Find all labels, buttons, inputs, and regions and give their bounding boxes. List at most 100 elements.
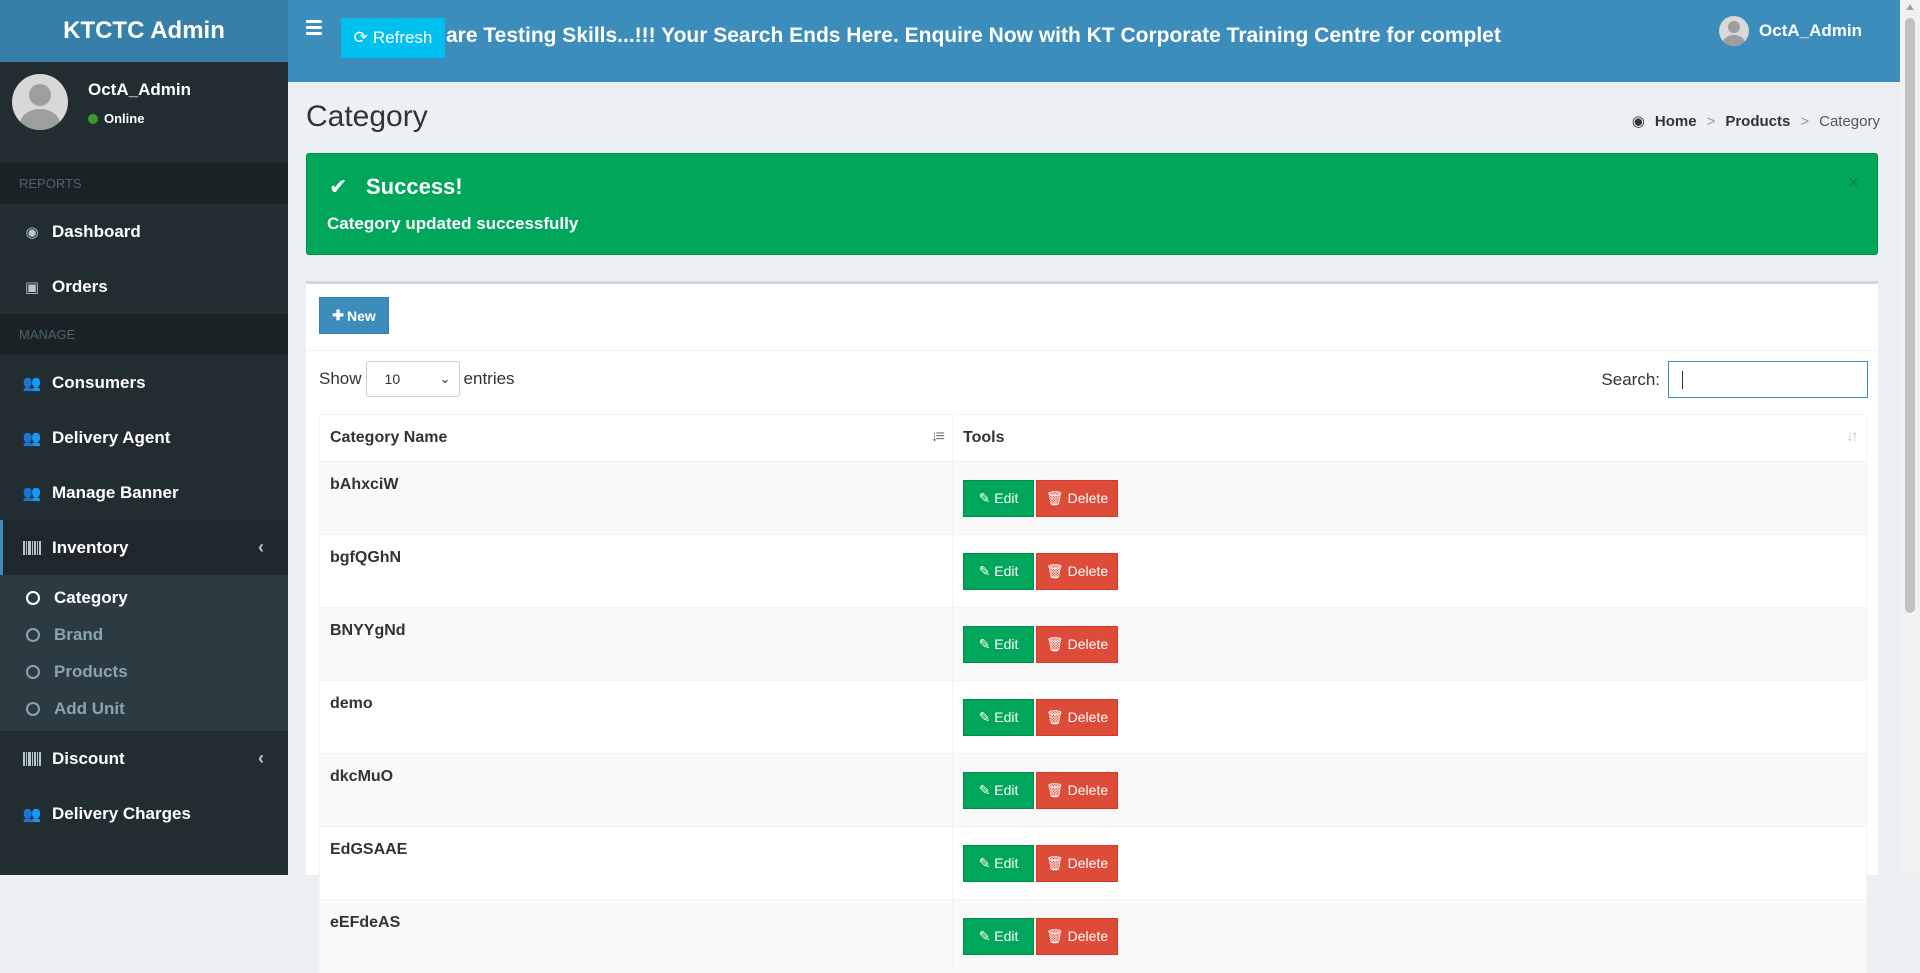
sidebar-item-label: Manage Banner (52, 482, 179, 502)
sidebar-subitem-products[interactable]: Products (0, 653, 288, 690)
app-logo[interactable]: KTCTC Admin (0, 0, 288, 62)
breadcrumb-current: Category (1819, 112, 1880, 130)
delete-label: Delete (1067, 928, 1109, 944)
tools-cell: ✎ Edit 🗑 Delete (952, 826, 1867, 900)
trash-icon: 🗑 (1045, 489, 1064, 506)
sidebar: OctA_Admin Online REPORTS ◉ Dashboard ▣ … (0, 62, 288, 875)
edit-label: Edit (994, 928, 1019, 944)
column-header-tools[interactable]: Tools ↓↑ (952, 414, 1867, 462)
sidebar-item-inventory[interactable]: Inventory ‹ (0, 520, 288, 575)
inventory-submenu: Category Brand Products Add Unit (0, 575, 288, 731)
user-menu[interactable]: OctA_Admin (1719, 16, 1862, 46)
scrollbar-thumb[interactable] (1905, 18, 1915, 613)
app-title: KTCTC Admin (63, 17, 225, 44)
table-row: dkcMuO ✎ Edit 🗑 Delete (319, 753, 1867, 827)
status-badge: Online (88, 111, 144, 126)
edit-icon: ✎ (978, 562, 991, 579)
sidebar-item-consumers[interactable]: 👥 Consumers (0, 355, 288, 410)
category-name-cell: eEFdeAS (319, 899, 953, 973)
entries-select-value: 10 (384, 371, 401, 387)
chevron-left-icon: ‹ (258, 748, 264, 768)
delete-label: Delete (1067, 636, 1109, 652)
delete-button[interactable]: 🗑 Delete (1036, 625, 1118, 663)
edit-label: Edit (994, 636, 1019, 652)
sidebar-subitem-label: Category (54, 587, 128, 607)
edit-button[interactable]: ✎ Edit (963, 917, 1034, 955)
marquee-text: are Testing Skills...!!! Your Search End… (446, 24, 1501, 47)
edit-button[interactable]: ✎ Edit (963, 698, 1034, 736)
top-navbar: ⟳ Refresh are Testing Skills...!!! Your … (288, 0, 1900, 82)
section-header-manage: MANAGE (0, 314, 288, 355)
sidebar-subitem-brand[interactable]: Brand (0, 616, 288, 653)
tools-cell: ✎ Edit 🗑 Delete (952, 607, 1867, 681)
sort-asc-icon: ↓≡ (930, 428, 945, 445)
online-dot-icon (88, 113, 98, 124)
refresh-label: Refresh (372, 28, 433, 47)
circle-icon (26, 627, 40, 642)
edit-label: Edit (994, 563, 1019, 579)
delete-label: Delete (1067, 782, 1109, 798)
sidebar-item-label: Dashboard (52, 221, 141, 241)
edit-button[interactable]: ✎ Edit (963, 771, 1034, 809)
close-icon[interactable]: × (1847, 172, 1859, 195)
page-scrollbar[interactable] (1900, 0, 1920, 875)
page-title: Category (306, 100, 428, 133)
barcode-icon (22, 540, 42, 555)
sidebar-item-dashboard[interactable]: ◉ Dashboard (0, 204, 288, 259)
edit-label: Edit (994, 490, 1019, 506)
delete-label: Delete (1067, 855, 1109, 871)
delete-button[interactable]: 🗑 Delete (1036, 917, 1118, 955)
tools-cell: ✎ Edit 🗑 Delete (952, 753, 1867, 827)
sidebar-item-delivery-charges[interactable]: 👥 Delivery Charges (0, 786, 288, 841)
scroll-up-arrow-icon[interactable] (1906, 4, 1914, 10)
users-icon: 👥 (22, 374, 42, 392)
category-name-cell: EdGSAAE (319, 826, 953, 900)
sidebar-toggle-icon[interactable] (306, 20, 322, 38)
user-panel: OctA_Admin Online (0, 62, 288, 151)
sidebar-item-manage-banner[interactable]: 👥 Manage Banner (0, 465, 288, 520)
edit-button[interactable]: ✎ Edit (963, 844, 1034, 882)
delete-button[interactable]: 🗑 Delete (1036, 844, 1118, 882)
trash-icon: 🗑 (1045, 854, 1064, 871)
trash-icon: 🗑 (1045, 781, 1064, 798)
refresh-button[interactable]: ⟳ Refresh (341, 18, 445, 58)
category-name-cell: bgfQGhN (319, 534, 953, 608)
tools-cell: ✎ Edit 🗑 Delete (952, 534, 1867, 608)
category-name-cell: dkcMuO (319, 753, 953, 827)
search-input[interactable] (1668, 361, 1868, 398)
edit-button[interactable]: ✎ Edit (963, 625, 1034, 663)
delete-button[interactable]: 🗑 Delete (1036, 552, 1118, 590)
sort-icon: ↓↑ (1846, 428, 1859, 445)
search-label: Search: (1601, 369, 1660, 389)
alert-message: Category updated successfully (327, 214, 579, 233)
table-row: BNYYgNd ✎ Edit 🗑 Delete (319, 607, 1867, 681)
money-icon: ▣ (24, 278, 40, 296)
sidebar-subitem-add-unit[interactable]: Add Unit (0, 690, 288, 727)
breadcrumb-separator: > (1800, 112, 1810, 130)
table-row: bAhxciW ✎ Edit 🗑 Delete (319, 461, 1867, 535)
delete-button[interactable]: 🗑 Delete (1036, 479, 1118, 517)
edit-label: Edit (994, 782, 1019, 798)
new-category-button[interactable]: ✚ New (319, 297, 389, 334)
sidebar-item-delivery-agent[interactable]: 👥 Delivery Agent (0, 410, 288, 465)
delete-label: Delete (1067, 709, 1109, 725)
check-icon: ✔ (329, 174, 348, 199)
delete-button[interactable]: 🗑 Delete (1036, 698, 1118, 736)
breadcrumb-home[interactable]: Home (1655, 113, 1697, 130)
delete-button[interactable]: 🗑 Delete (1036, 771, 1118, 809)
dashboard-icon: ◉ (25, 223, 39, 241)
tools-cell: ✎ Edit 🗑 Delete (952, 461, 1867, 535)
trash-icon: 🗑 (1045, 635, 1064, 652)
edit-button[interactable]: ✎ Edit (963, 479, 1034, 517)
edit-icon: ✎ (978, 781, 991, 798)
edit-button[interactable]: ✎ Edit (963, 552, 1034, 590)
sidebar-item-discount[interactable]: Discount ‹ (0, 731, 288, 786)
breadcrumb-products[interactable]: Products (1725, 113, 1790, 130)
tools-cell: ✎ Edit 🗑 Delete (952, 899, 1867, 973)
chevron-down-icon: ⌄ (439, 371, 451, 386)
entries-select[interactable]: 10 ⌄ (365, 361, 460, 397)
column-header-category-name[interactable]: Category Name ↓≡ (319, 414, 953, 462)
sidebar-subitem-category[interactable]: Category (0, 579, 288, 616)
sidebar-item-orders[interactable]: ▣ Orders (0, 259, 288, 314)
breadcrumb: ◉ Home > Products > Category (1632, 112, 1880, 131)
